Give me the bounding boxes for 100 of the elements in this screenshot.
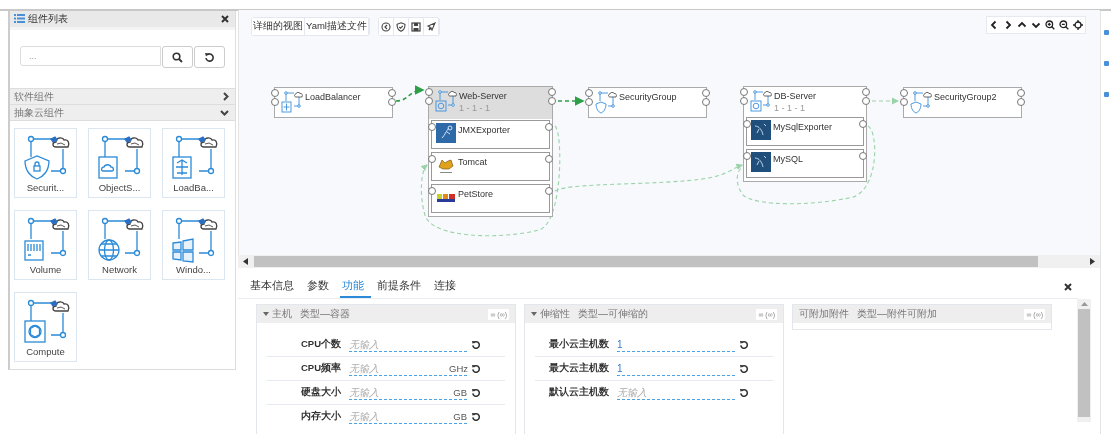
search-icon [172,51,184,63]
shield-node-icon [595,90,617,114]
horizontal-scrollbar[interactable] [238,255,1100,268]
refresh-icon [204,51,216,63]
connector-line [557,96,585,106]
child-node[interactable]: MySqlExporter [746,117,864,146]
field-label: 最大云主机数 [548,362,609,375]
unit-label: GB [452,411,467,422]
close-icon[interactable] [221,14,229,23]
shield-check-icon [395,21,406,32]
panel-title: 组件列表 [28,11,69,26]
port[interactable] [743,120,751,128]
compute-node-icon [435,89,457,113]
reset-icon[interactable] [739,363,749,374]
child-node[interactable]: MySQL [746,149,864,178]
view-button[interactable]: 详细的视图 [252,18,305,35]
caret-down-icon [263,312,269,316]
component-label: Securit... [26,182,65,193]
panel-type: 类型—可伸缩的 [578,307,649,321]
input-field[interactable]: 1 [617,361,735,376]
reset-icon[interactable] [739,339,749,350]
component-tile[interactable]: LoadBa... [162,128,225,198]
node-label: SecurityGroup2 [934,92,997,102]
tab[interactable]: 前提条件 [375,276,428,298]
child-label: MySqlExporter [773,121,833,132]
chevron-left-icon [989,20,999,30]
child-node[interactable]: JMXExporter [431,120,550,149]
scroll-right-icon [1090,258,1095,266]
port[interactable] [428,155,436,163]
node-header[interactable]: DB-Server 1 - 1 - 1 [744,87,866,116]
port[interactable] [428,123,436,131]
reset-button[interactable] [194,46,225,69]
node-card[interactable]: SecurityGroup [588,87,707,118]
center-button[interactable] [1071,17,1085,33]
child-label: JMXExporter [458,124,510,135]
category-header[interactable]: 软件组件 [10,88,235,105]
reset-icon[interactable] [739,387,749,398]
component-label: LoadBa... [173,182,214,193]
tab[interactable]: 功能 [340,276,371,298]
chevron-down-icon [220,109,229,116]
port[interactable] [545,123,553,131]
node-card[interactable]: SecurityGroup2 [903,87,1022,118]
reset-icon[interactable] [471,411,481,422]
input-field[interactable]: 无输入 [617,385,735,400]
child-node[interactable]: Tomcat [431,152,550,181]
connector-line [395,85,425,102]
component-tile[interactable]: Windo... [162,210,225,280]
component-tile[interactable]: ObjectS... [88,128,151,198]
child-node[interactable]: PetStore [431,184,550,213]
zoom-in-button[interactable] [1043,17,1057,33]
back-icon [380,21,391,32]
close-icon[interactable] [1064,283,1072,291]
side-tab-icon[interactable] [1103,30,1109,35]
scroll-left-icon [243,258,248,266]
component-tile[interactable]: Network [88,210,151,280]
zoom-out-button[interactable] [1057,17,1071,33]
field-label: CPU个数 [299,338,341,351]
node-label: SecurityGroup [619,92,677,102]
component-tile[interactable]: Compute [14,292,77,362]
child-label: Tomcat [458,156,487,167]
tab[interactable]: 参数 [305,276,336,298]
field-label: CPU频率 [299,362,341,375]
vertical-scrollbar[interactable] [1077,299,1091,422]
node-card[interactable]: LoadBalancer [274,87,393,118]
chevron-right-icon [223,92,229,102]
child-label: MySQL [773,153,803,164]
port[interactable] [743,152,751,160]
port[interactable] [545,187,553,195]
component-label: ObjectS... [98,182,141,193]
child-label: PetStore [458,188,494,199]
chevron-right-icon [1003,20,1013,30]
port[interactable] [545,155,553,163]
view-button[interactable]: Yaml描述文件 [305,18,369,35]
node-card[interactable]: Web-Server 1 - 1 - 1 JMXExporter Tomcat PetStore [428,86,553,217]
tab[interactable]: 连接 [432,276,463,298]
reset-icon[interactable] [471,339,481,350]
back-button[interactable] [378,18,394,35]
instance-count: 1 - 1 - 1 [459,103,491,113]
input-field[interactable]: 无输入 [349,337,467,352]
side-tab-icon[interactable] [1103,61,1109,66]
category-header[interactable]: 抽象云组件 [10,104,235,120]
reset-icon[interactable] [471,363,481,374]
field-label: 硬盘大小 [300,386,341,399]
tab[interactable]: 基本信息 [248,276,301,298]
port[interactable] [428,187,436,195]
node-label: Web-Server [459,91,507,101]
component-tile[interactable]: Securit... [14,128,77,198]
caret-down-icon [531,312,537,316]
component-tile[interactable]: Volume [14,210,77,280]
input-field[interactable]: 1 [617,337,735,352]
side-tab-icon[interactable] [1103,92,1109,97]
port[interactable] [859,120,867,128]
exporter-logo-icon [436,123,456,143]
panel-type: 类型—附件可附加 [857,307,938,321]
reset-icon[interactable] [471,387,481,398]
port[interactable] [859,152,867,160]
search-button[interactable] [162,46,194,69]
node-card[interactable]: DB-Server 1 - 1 - 1 MySqlExporter MySQL [743,86,867,182]
search-field[interactable]: ... [20,46,162,67]
shield-node-icon [910,90,932,114]
